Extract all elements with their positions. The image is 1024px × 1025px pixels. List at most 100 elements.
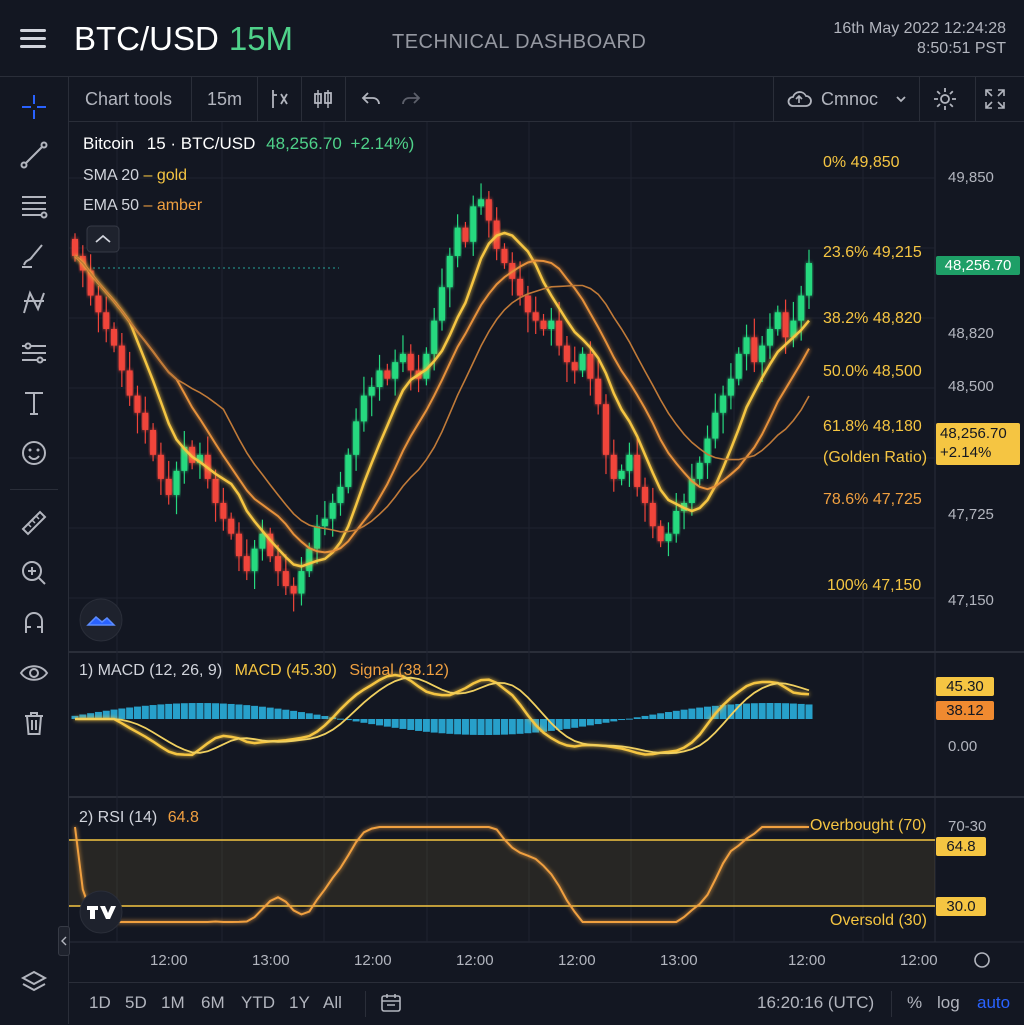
emoji-icon[interactable] — [14, 433, 54, 473]
candle-body — [360, 395, 367, 422]
hamburger-menu-icon[interactable] — [18, 26, 48, 50]
candle-body — [368, 387, 375, 396]
range-button[interactable]: All — [323, 993, 342, 1013]
macd-histogram-bar — [204, 703, 212, 719]
overbought-label: Overbought (70) — [810, 817, 927, 834]
macd-histogram-bar — [430, 719, 438, 733]
macd-histogram-bar — [149, 705, 157, 719]
candle-body — [704, 438, 711, 463]
macd-zero-label: 0.00 — [948, 738, 978, 755]
trend-line-icon[interactable] — [14, 135, 54, 175]
percent-toggle[interactable]: % — [907, 993, 922, 1013]
candle-body — [540, 320, 547, 329]
log-toggle[interactable]: log — [937, 993, 960, 1013]
indicator-icon[interactable] — [267, 77, 291, 121]
macd-histogram-bar — [258, 706, 266, 719]
macd-histogram-bar — [641, 715, 649, 719]
macd-histogram-bar — [688, 708, 696, 719]
cloud-save-button[interactable]: Cmnoc — [785, 77, 908, 121]
macd-histogram-bar — [672, 710, 680, 719]
toolbar-separator — [191, 77, 192, 121]
candle-body — [275, 556, 282, 572]
zoom-in-icon[interactable] — [14, 553, 54, 593]
trash-icon[interactable] — [14, 703, 54, 743]
macd-histogram-bar — [336, 718, 344, 720]
candle-body — [649, 502, 656, 527]
symbol-title: BTC/USD 15M — [74, 20, 293, 58]
utc-clock[interactable]: 16:20:16 (UTC) — [757, 993, 874, 1013]
brush-icon[interactable] — [14, 235, 54, 275]
brand-logo — [79, 598, 123, 642]
last-price-tag: 48,256.70 — [936, 256, 1020, 275]
tv-logo[interactable] — [79, 890, 123, 934]
redo-icon[interactable] — [399, 77, 423, 121]
candle-body — [290, 586, 297, 594]
candle-body — [384, 370, 391, 379]
macd-histogram-bar — [516, 719, 524, 734]
signal-tag: 38.12 — [936, 701, 994, 720]
macd-histogram-bar — [579, 719, 587, 727]
left-drawing-toolbar — [0, 77, 69, 1024]
settings-gear-icon[interactable] — [931, 77, 959, 121]
chart-tools-button[interactable]: Chart tools — [85, 77, 172, 121]
macd-value-label: MACD (45.30) — [234, 662, 337, 679]
eye-icon[interactable] — [14, 653, 54, 693]
projection-icon[interactable] — [14, 333, 54, 373]
sma-legend: SMA 20 – gold — [83, 167, 187, 185]
range-button[interactable]: 5D — [125, 993, 147, 1013]
bottom-toolbar: 1D 5D 1M 6M YTD 1Y All 16:20:16 (UTC) % log au… — [69, 982, 1024, 1025]
fib-retracement-icon[interactable] — [14, 185, 54, 225]
toolbar-separator — [891, 991, 892, 1017]
layers-icon[interactable] — [14, 963, 54, 1003]
oversold-label: Oversold (30) — [830, 912, 927, 929]
candle-body — [337, 486, 344, 503]
collapse-toolbar-handle[interactable] — [58, 926, 70, 956]
macd-histogram-bar — [297, 712, 305, 719]
crosshair-icon[interactable] — [14, 87, 54, 127]
range-button[interactable]: 6M — [201, 993, 225, 1013]
macd-histogram-bar — [376, 719, 384, 726]
candle-body — [517, 278, 524, 296]
range-button[interactable]: 1Y — [289, 993, 310, 1013]
time-axis-settings-icon[interactable] — [974, 952, 990, 968]
candle-type-icon[interactable] — [311, 77, 335, 121]
collapse-legend-button[interactable] — [86, 225, 120, 253]
magnet-icon[interactable] — [14, 603, 54, 643]
candle-body — [751, 337, 758, 363]
undo-icon[interactable] — [359, 77, 383, 121]
macd-histogram-bar — [618, 719, 626, 721]
candle-body — [524, 295, 531, 313]
candle-body — [735, 353, 742, 379]
mid-price-value: 48,256.70 — [940, 425, 1007, 442]
rsi-band — [69, 840, 935, 906]
legend-change: +2.14%) — [350, 134, 415, 153]
calendar-icon[interactable] — [379, 991, 403, 1020]
fib-retracement[interactable] — [279, 177, 935, 602]
interval-button[interactable]: 15m — [207, 77, 242, 121]
range-button[interactable]: 1M — [161, 993, 185, 1013]
text-tool-icon[interactable] — [14, 383, 54, 423]
macd-histogram-bar — [625, 718, 633, 720]
range-button[interactable]: 1D — [89, 993, 111, 1013]
fib-level-label: 50.0% 48,500 — [823, 363, 922, 380]
fullscreen-icon[interactable] — [983, 77, 1007, 121]
time-axis-label: 12:00 — [788, 952, 826, 969]
pattern-icon[interactable] — [14, 283, 54, 323]
range-button[interactable]: YTD — [241, 993, 275, 1013]
macd-histogram-bar — [251, 705, 259, 719]
candle-body — [696, 462, 703, 479]
candle-body — [72, 238, 78, 256]
macd-histogram-bar — [524, 719, 532, 734]
chevron-down-icon — [896, 96, 906, 103]
macd-histogram-bar — [657, 713, 665, 719]
auto-toggle[interactable]: auto — [977, 993, 1010, 1013]
candle-body — [399, 353, 406, 363]
fib-level-label: 23.6% 49,215 — [823, 244, 922, 261]
candle-body — [142, 412, 149, 430]
macd-histogram-bar — [571, 719, 579, 728]
macd-histogram-bar — [782, 703, 790, 719]
macd-histogram-bar — [235, 704, 243, 719]
ruler-icon[interactable] — [14, 503, 54, 543]
candle-body — [439, 287, 445, 321]
macd-histogram-bar — [750, 703, 758, 719]
